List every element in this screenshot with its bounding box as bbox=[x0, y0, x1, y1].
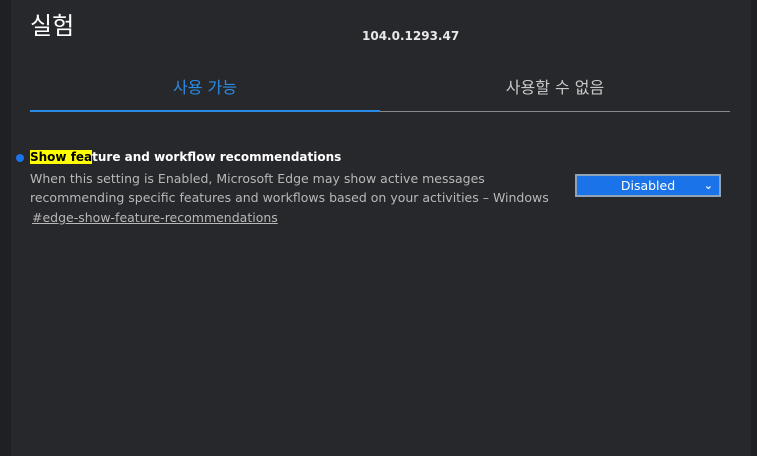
tab-unavailable[interactable]: 사용할 수 없음 bbox=[380, 72, 730, 112]
modified-indicator-icon bbox=[16, 154, 24, 162]
flag-description: When this setting is Enabled, Microsoft … bbox=[30, 171, 549, 205]
tab-bar: 사용 가능 사용할 수 없음 bbox=[30, 72, 730, 114]
version-label: 104.0.1293.47 bbox=[362, 29, 460, 43]
chevron-down-icon: ⌄ bbox=[703, 179, 713, 192]
flag-anchor-link[interactable]: #edge-show-feature-recommendations bbox=[32, 209, 278, 227]
flag-name-rest: ture and workflow recommendations bbox=[92, 150, 342, 164]
experiments-page: 실험 104.0.1293.47 사용 가능 사용할 수 없음 Show fea… bbox=[11, 0, 751, 456]
flag-state-value: Disabled bbox=[620, 178, 676, 193]
page-title: 실험 bbox=[30, 12, 75, 40]
tab-active-underline bbox=[30, 110, 380, 112]
search-highlight: Show fea bbox=[30, 150, 93, 164]
tab-divider bbox=[380, 111, 730, 112]
flag-entry: Show feature and workflow recommendation… bbox=[11, 148, 751, 238]
flag-state-select[interactable]: Disabled ⌄ bbox=[575, 174, 721, 197]
flag-name: Show feature and workflow recommendation… bbox=[30, 148, 341, 166]
tab-available[interactable]: 사용 가능 bbox=[30, 72, 380, 112]
